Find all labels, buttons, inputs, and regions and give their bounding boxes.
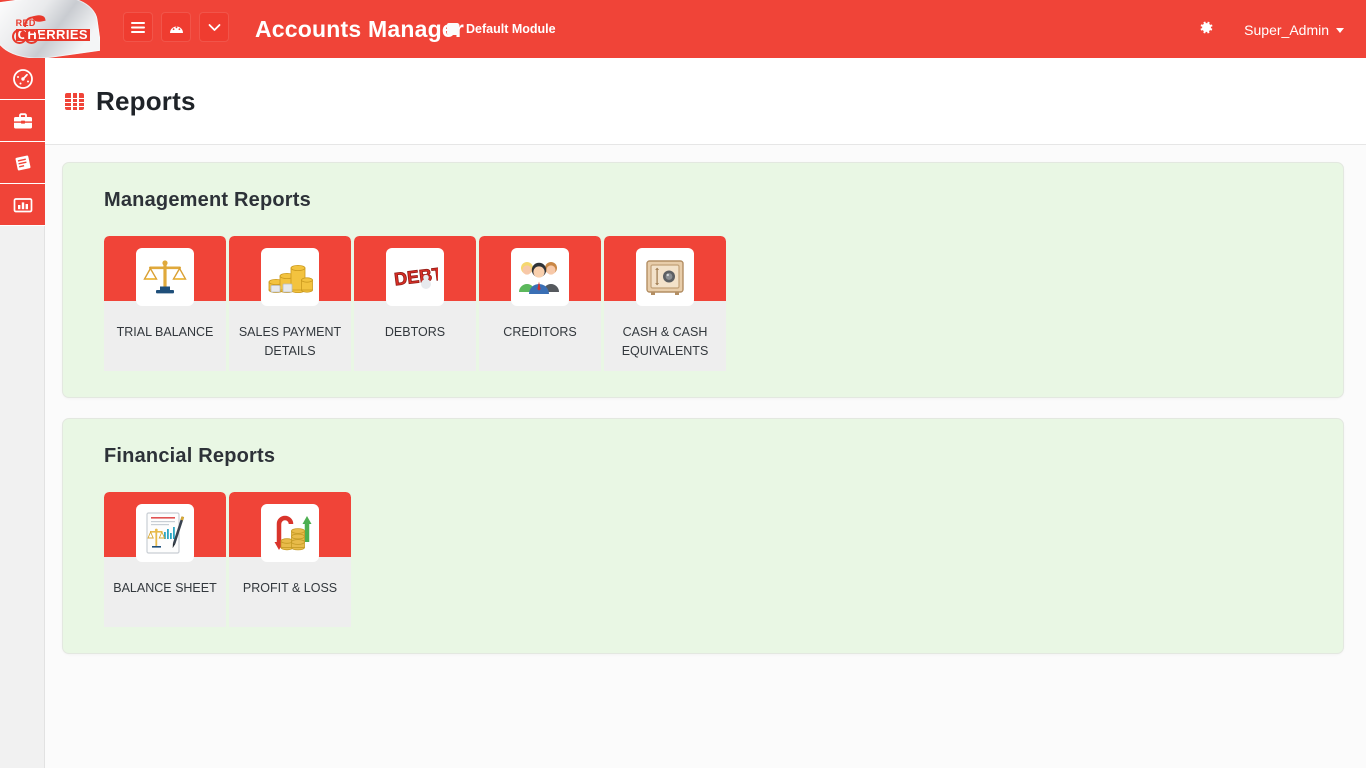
report-card-creditors[interactable]: CREDITORS [479,236,601,371]
user-menu[interactable]: Super_Admin [1244,22,1344,38]
report-card-list: BALANCE SHEET PROFIT & LOSS [104,492,1343,627]
hamburger-icon [131,21,145,33]
card-label: CREDITORS [503,325,577,339]
book-icon [15,155,30,170]
logo-content: RED CHERRIES [12,10,90,50]
people-group-icon [511,248,569,306]
speedometer-icon [169,26,183,33]
briefcase-icon [13,112,32,128]
sidebar-item-briefcase[interactable] [0,100,45,142]
cherries-icon [12,13,46,45]
chevron-down-icon [208,23,220,31]
page-container: Reports Management Reports TRIAL BALANCE… [45,58,1366,768]
header-right-group: Super_Admin [1199,20,1344,39]
bar-chart-icon [13,197,32,212]
card-label: PROFIT & LOSS [242,581,338,595]
section-financial-reports: Financial Reports BALANCE SHEET PROFIT &… [62,418,1344,654]
card-label: SALES PAYMENT DETAILS [238,325,342,358]
profit-loss-arrows-icon [261,504,319,562]
page-title: Reports [96,85,196,116]
speedometer-icon [12,68,33,89]
app-title: Accounts Manager [255,16,464,42]
sidebar-item-dashboard[interactable] [0,58,45,100]
safe-vault-icon [636,248,694,306]
sidebar-item-reports[interactable] [0,184,45,226]
sidebar-item-ledger[interactable] [0,142,45,184]
section-management-reports: Management Reports TRIAL BALANCE SALES P… [62,162,1344,398]
chevron-down-icon [1336,28,1344,34]
top-header-bar: RED CHERRIES Accounts Manager Default Mo… [0,0,1366,58]
header-button-group [123,12,237,42]
report-card-debtors[interactable]: DEBT DEBTORS [354,236,476,371]
default-module-toggle[interactable]: Default Module [447,22,556,36]
left-sidebar [0,58,45,768]
card-label: BALANCE SHEET [113,581,217,595]
section-title: Financial Reports [104,445,276,467]
page-content: Management Reports TRIAL BALANCE SALES P… [45,145,1366,654]
table-grid-icon [65,92,84,110]
section-title: Management Reports [104,189,311,211]
report-card-balance-sheet[interactable]: BALANCE SHEET [104,492,226,627]
report-card-sales-payment-details[interactable]: SALES PAYMENT DETAILS [229,236,351,371]
coins-stack-icon [261,248,319,306]
card-label: TRIAL BALANCE [116,325,214,339]
report-card-list: TRIAL BALANCE SALES PAYMENT DETAILS DEBT… [104,236,1343,371]
gear-icon[interactable] [1199,20,1214,39]
brand-logo[interactable]: RED CHERRIES [0,0,100,58]
dashboard-button[interactable] [161,12,191,42]
report-card-trial-balance[interactable]: TRIAL BALANCE [104,236,226,371]
module-checkbox-icon[interactable] [447,23,459,35]
card-label: CASH & CASH EQUIVALENTS [621,325,709,358]
user-name-label: Super_Admin [1244,21,1329,38]
page-header: Reports [45,58,1366,145]
report-card-cash-equivalents[interactable]: CASH & CASH EQUIVALENTS [604,236,726,371]
svg-text:DEBT: DEBT [393,264,438,290]
menu-toggle-button[interactable] [123,12,153,42]
cherry-berry-right [24,29,39,44]
balance-scale-icon [136,248,194,306]
report-card-profit-loss[interactable]: PROFIT & LOSS [229,492,351,627]
default-module-label: Default Module [466,22,556,36]
balance-sheet-document-icon [136,504,194,562]
debt-text-icon: DEBT [386,248,444,306]
card-label: DEBTORS [384,325,446,339]
more-button[interactable] [199,12,229,42]
